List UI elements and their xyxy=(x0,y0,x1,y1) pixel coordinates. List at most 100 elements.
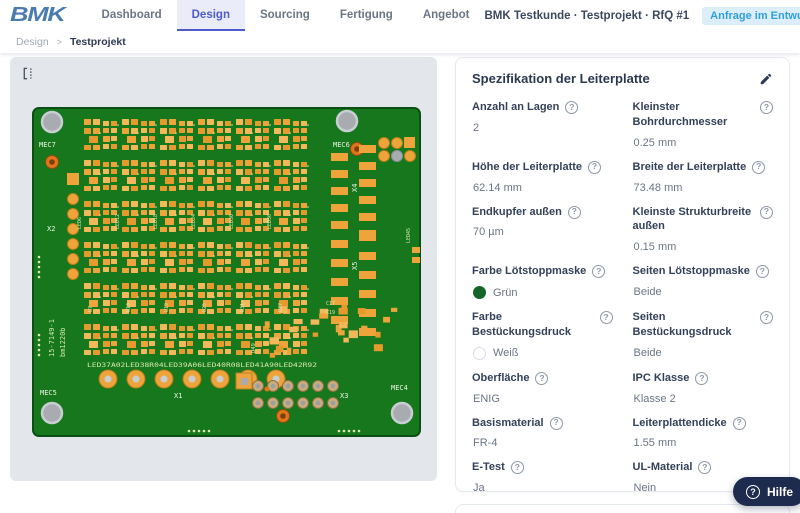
help-icon[interactable]: ? xyxy=(760,101,773,114)
field-value: Weiß xyxy=(493,347,519,360)
nav-fertigung[interactable]: Fertigung xyxy=(325,0,408,31)
nav-dashboard[interactable]: Dashboard xyxy=(87,0,177,31)
svg-text:LED18: LED18 xyxy=(153,214,159,229)
field-label: Leiterplattendicke xyxy=(632,416,727,429)
spec-card-header: Spezifikation der Leiterplatte xyxy=(472,71,773,86)
spec-field: Leiterplattendicke? 1.55 mm xyxy=(633,416,774,449)
field-value-row: Beide xyxy=(633,286,774,298)
field-value: 0.25 mm xyxy=(633,136,677,149)
edit-pencil-icon[interactable] xyxy=(759,72,773,86)
svg-text:U37: U37 xyxy=(278,303,284,312)
field-label: Seiten Lötstoppmaske xyxy=(632,265,750,278)
field-label: Höhe der Leiterplatte xyxy=(472,160,583,173)
svg-text:LED6: LED6 xyxy=(77,217,83,229)
help-icon[interactable]: ? xyxy=(510,461,524,475)
field-label: Kleinste Strukturbreite außen xyxy=(632,205,752,233)
svg-text:LED45: LED45 xyxy=(406,228,412,243)
help-button[interactable]: ? Hilfe xyxy=(733,477,800,506)
field-value: Ja xyxy=(473,482,485,495)
svg-text:X4: X4 xyxy=(351,184,359,192)
field-value: 2 xyxy=(473,121,480,134)
color-swatch xyxy=(473,286,486,300)
help-icon[interactable]: ? xyxy=(732,416,746,430)
help-button-label: Hilfe xyxy=(767,484,794,499)
breadcrumb-parent[interactable]: Design xyxy=(16,36,49,48)
help-icon[interactable]: ? xyxy=(588,160,602,174)
field-value-row: 0.25 mm xyxy=(633,137,774,149)
top-bar: BMK Dashboard Design Sourcing Fertigung Ange… xyxy=(0,0,800,31)
field-value: Nein xyxy=(633,482,657,495)
spec-field: Farbe Lötstoppmaske? Grün xyxy=(472,264,613,300)
spec-field: Endkupfer außen? 70 µm xyxy=(472,205,613,254)
pcb-canvas[interactable]: MEC7 MEC6 MEC5 MEC4 X2 X1 X3 X4 X5 D49 LED45 15-714… xyxy=(32,107,421,437)
field-label: Farbe Bestückungsdruck xyxy=(472,311,572,338)
spec-field: Seiten Bestückungsdruck? Beide xyxy=(633,310,773,360)
field-value-row: FR-4 xyxy=(472,437,613,449)
field-value: 70 µm xyxy=(473,226,504,239)
main-nav: Dashboard Design Sourcing Fertigung Angebot xyxy=(87,0,485,31)
svg-text:LED36: LED36 xyxy=(267,214,273,229)
field-label-row: IPC Klasse? xyxy=(633,371,774,386)
svg-text:15-7149-1: 15-7149-1 xyxy=(48,319,56,357)
field-value: Beide xyxy=(633,286,662,299)
spec-card-title: Spezifikation der Leiterplatte xyxy=(472,71,650,86)
nav-sourcing[interactable]: Sourcing xyxy=(245,0,325,31)
color-swatch xyxy=(473,346,486,360)
breadcrumb-separator: > xyxy=(56,37,62,47)
svg-text:X1: X1 xyxy=(174,392,182,400)
help-icon[interactable]: ? xyxy=(599,311,613,325)
spec-field: Kleinste Strukturbreite außen? 0.15 mm xyxy=(632,205,773,254)
svg-text:U13: U13 xyxy=(126,303,132,312)
field-label: Farbe Lötstoppmaske xyxy=(472,265,587,278)
field-label: Endkupfer außen xyxy=(472,205,562,218)
help-icon[interactable]: ? xyxy=(549,416,563,430)
field-value: 0.15 mm xyxy=(633,241,677,254)
help-icon[interactable]: ? xyxy=(695,371,709,385)
spec-fields: Anzahl an Lagen? 2 Kleinster Bohrdurchmess… xyxy=(472,100,773,494)
svg-text:bm1220b: bm1220b xyxy=(59,327,67,357)
help-icon[interactable]: ? xyxy=(698,461,712,475)
help-icon[interactable]: ? xyxy=(752,160,766,174)
svg-text:U7: U7 xyxy=(88,306,94,312)
svg-text:LED30: LED30 xyxy=(229,214,235,229)
spec-field: Farbe Bestückungsdruck? Weiß xyxy=(472,310,613,360)
pcb-viewer-panel: MEC7 MEC6 MEC5 MEC4 X2 X1 X3 X4 X5 D49 LED45 15-714… xyxy=(10,57,437,481)
help-question-icon: ? xyxy=(746,484,760,499)
help-icon[interactable]: ? xyxy=(592,265,606,279)
project-context: BMK Testkunde · Testprojekt · RfQ #1 xyxy=(484,9,690,22)
svg-text:X3: X3 xyxy=(340,392,348,400)
field-value-row: 73.48 mm xyxy=(633,182,774,194)
svg-text:LED24: LED24 xyxy=(191,214,197,229)
svg-text:D49: D49 xyxy=(251,343,257,353)
svg-text:U19: U19 xyxy=(164,303,170,312)
help-icon[interactable]: ? xyxy=(755,265,769,279)
svg-text:U25: U25 xyxy=(202,303,208,312)
svg-text:C17: C17 xyxy=(326,301,335,307)
app-root: BMK Dashboard Design Sourcing Fertigung Ange… xyxy=(0,0,800,513)
help-icon[interactable]: ? xyxy=(760,311,773,325)
field-label-row: E-Test? xyxy=(472,460,613,475)
help-icon[interactable]: ? xyxy=(760,205,773,219)
field-value-row: 70 µm xyxy=(472,226,613,238)
nav-angebot[interactable]: Angebot xyxy=(408,0,485,31)
field-label: IPC Klasse xyxy=(632,371,690,384)
field-value-row: Klasse 2 xyxy=(633,393,774,405)
field-label-row: Höhe der Leiterplatte? xyxy=(472,160,613,175)
help-icon[interactable]: ? xyxy=(567,205,581,219)
field-label-row: Oberfläche? xyxy=(472,371,613,386)
help-icon[interactable]: ? xyxy=(565,101,579,114)
field-label-row: Basismaterial? xyxy=(472,416,613,431)
nav-design[interactable]: Design xyxy=(176,0,245,31)
field-value: 62.14 mm xyxy=(473,181,522,194)
spec-field: Höhe der Leiterplatte? 62.14 mm xyxy=(472,160,613,194)
field-value-row: Weiß xyxy=(472,346,613,360)
spec-card: Spezifikation der Leiterplatte Anzahl an… xyxy=(455,57,790,494)
svg-text:MEC5: MEC5 xyxy=(40,389,57,397)
panel-toggle-icon[interactable] xyxy=(21,66,36,81)
field-value-row: Ja xyxy=(472,482,613,494)
spec-field: E-Test? Ja xyxy=(472,460,613,494)
field-value: FR-4 xyxy=(473,437,498,450)
help-icon[interactable]: ? xyxy=(535,371,549,385)
field-label-row: Leiterplattendicke? xyxy=(633,416,774,431)
breadcrumb-current: Testprojekt xyxy=(69,36,126,48)
